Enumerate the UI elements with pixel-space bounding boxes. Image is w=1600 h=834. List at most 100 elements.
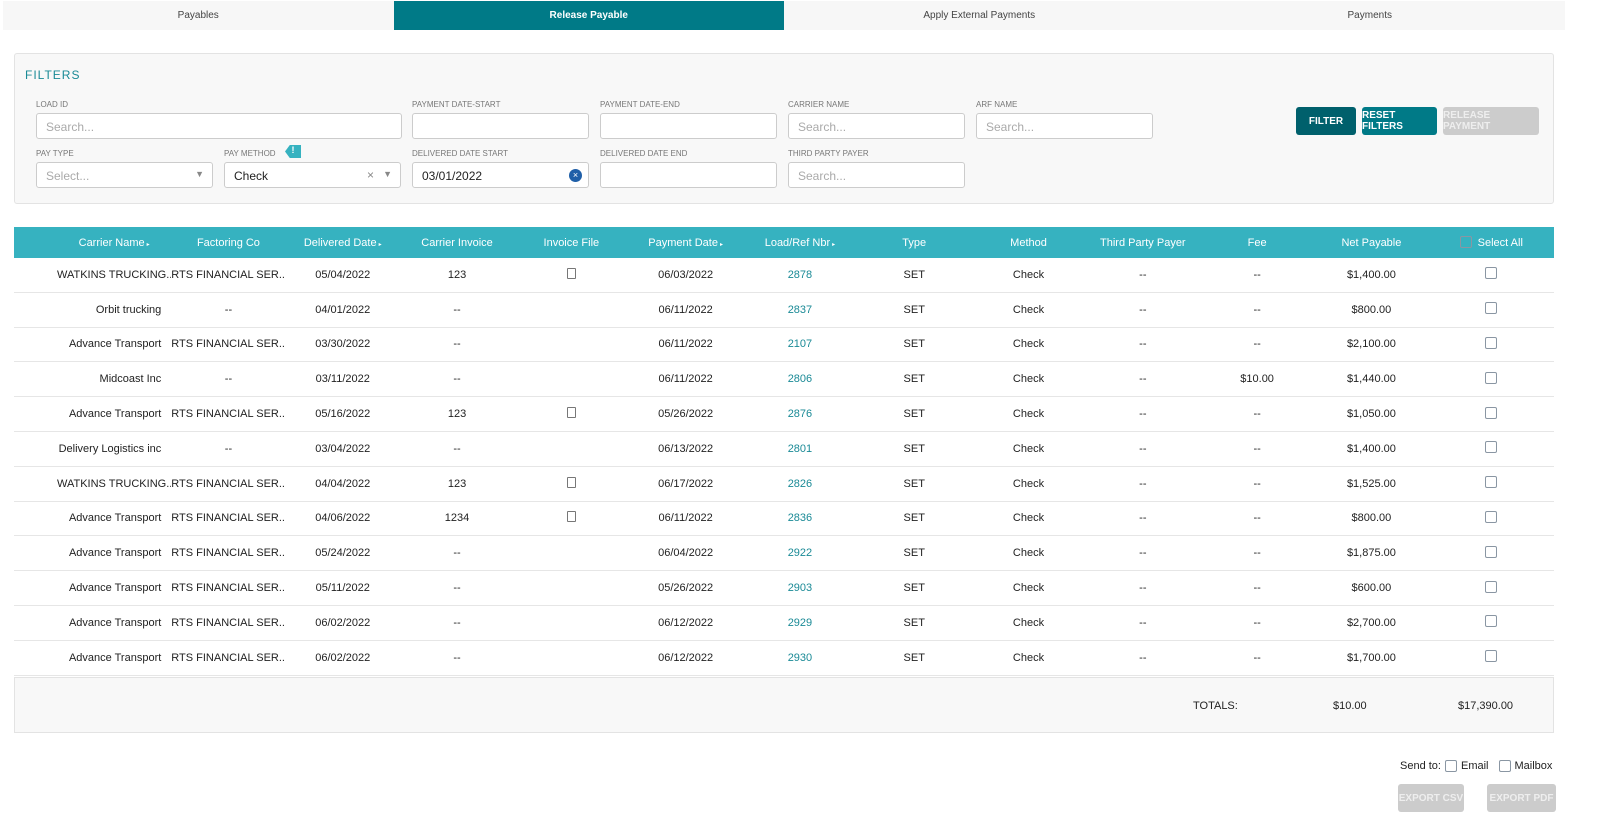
cell-delivered-date: 03/30/2022 xyxy=(315,338,371,351)
export-pdf-button[interactable]: EXPORT PDF xyxy=(1487,784,1556,812)
payment-date-start-input[interactable] xyxy=(412,113,589,139)
clear-date-icon[interactable]: × xyxy=(569,169,582,182)
delivered-date-end-input[interactable] xyxy=(600,162,777,188)
cell-factoring-co: RTS FINANCIAL SER... xyxy=(171,477,286,490)
row-checkbox[interactable] xyxy=(1485,615,1498,628)
cell-carrier-name: Advance Transport xyxy=(68,408,162,421)
column-header: Select All xyxy=(1429,236,1554,249)
row-checkbox[interactable] xyxy=(1485,545,1498,558)
cell-payment-date: 06/11/2022 xyxy=(658,338,713,351)
cell-fee: -- xyxy=(1253,303,1261,316)
row-select xyxy=(1429,650,1554,665)
pay-method-select[interactable]: Check × ▼ xyxy=(224,162,401,188)
cell-type: SET xyxy=(903,442,925,455)
column-header: Fee xyxy=(1200,237,1314,249)
column-header[interactable]: Delivered Date ▸ xyxy=(286,237,400,249)
arf-name-input[interactable]: Search... xyxy=(976,113,1153,139)
third-party-payer-input[interactable]: Search... xyxy=(788,162,965,188)
cell-fee: -- xyxy=(1253,616,1261,629)
select-all-checkbox[interactable] xyxy=(1459,236,1472,248)
email-checkbox[interactable] xyxy=(1444,760,1457,772)
row-checkbox[interactable] xyxy=(1485,371,1498,384)
row-checkbox[interactable] xyxy=(1485,441,1498,454)
cell-load-ref-nbr[interactable]: 2836 xyxy=(743,512,857,524)
cell-load-ref-nbr[interactable]: 2107 xyxy=(743,338,857,350)
row-checkbox[interactable] xyxy=(1485,406,1498,419)
clear-icon[interactable]: × xyxy=(367,168,374,182)
cell-load-ref-nbr[interactable]: 2930 xyxy=(743,652,857,664)
document-icon[interactable] xyxy=(566,511,576,523)
reset-filters-button[interactable]: RESET FILTERS xyxy=(1362,107,1437,135)
cell-payment-date: 05/26/2022 xyxy=(658,582,714,595)
row-checkbox[interactable] xyxy=(1485,302,1498,315)
cell-method: Check xyxy=(1012,442,1045,455)
cell-load-ref-nbr[interactable]: 2806 xyxy=(743,373,857,385)
send-to-label: Send to: xyxy=(1400,760,1441,772)
cell-method: Check xyxy=(1012,582,1045,595)
cell-third-party-payer: -- xyxy=(1139,477,1147,490)
column-header[interactable]: Load/Ref Nbr ▸ xyxy=(743,237,857,249)
payment-date-end-input[interactable] xyxy=(600,113,777,139)
mailbox-checkbox[interactable] xyxy=(1498,760,1511,772)
row-checkbox[interactable] xyxy=(1485,336,1498,349)
row-checkbox[interactable] xyxy=(1485,267,1498,280)
payables-table: Carrier Name ▸ Factoring Co Delivered Date ▸… xyxy=(14,227,1554,676)
cell-load-ref-nbr[interactable]: 2903 xyxy=(743,582,857,594)
row-checkbox[interactable] xyxy=(1485,650,1498,663)
sort-icon: ▸ xyxy=(832,241,836,248)
row-checkbox[interactable] xyxy=(1485,476,1498,489)
cell-net-payable: $1,700.00 xyxy=(1346,651,1396,664)
cell-third-party-payer: -- xyxy=(1139,303,1147,316)
row-select xyxy=(1429,615,1554,630)
cell-net-payable: $800.00 xyxy=(1351,512,1392,525)
cell-third-party-payer: -- xyxy=(1139,512,1147,525)
delivered-date-start-input[interactable]: 03/01/2022 × xyxy=(412,162,589,188)
load-id-input[interactable]: Search... xyxy=(36,113,402,139)
row-checkbox[interactable] xyxy=(1485,580,1498,593)
cell-factoring-co: RTS FINANCIAL SER... xyxy=(171,616,286,629)
column-header: Third Party Payer xyxy=(1086,237,1200,249)
document-icon[interactable] xyxy=(566,267,576,279)
cell-payment-date: 06/04/2022 xyxy=(658,547,714,560)
sort-icon: ▸ xyxy=(719,241,723,248)
table-row: Advance Transport RTS FINANCIAL SER... 03/… xyxy=(14,328,1554,363)
cell-method: Check xyxy=(1012,477,1045,490)
cell-type: SET xyxy=(903,616,925,629)
cell-load-ref-nbr[interactable]: 2922 xyxy=(743,547,857,559)
column-header: Type xyxy=(857,237,971,249)
cell-load-ref-nbr[interactable]: 2801 xyxy=(743,443,857,455)
column-header[interactable]: Carrier Name ▸ xyxy=(57,237,171,249)
cell-load-ref-nbr[interactable]: 2878 xyxy=(743,269,857,281)
tab-payments[interactable]: Payments xyxy=(1175,1,1566,30)
document-icon[interactable] xyxy=(566,407,576,419)
cell-type: SET xyxy=(903,477,925,490)
tab-payables[interactable]: Payables xyxy=(3,1,394,30)
carrier-name-input[interactable]: Search... xyxy=(788,113,965,139)
column-header: Net Payable xyxy=(1314,237,1428,249)
cell-load-ref-nbr[interactable]: 2837 xyxy=(743,304,857,316)
row-checkbox[interactable] xyxy=(1485,510,1498,523)
column-header[interactable]: Payment Date ▸ xyxy=(628,237,742,249)
release-payment-button[interactable]: RELEASE PAYMENT xyxy=(1443,107,1539,135)
pay-method-info-badge[interactable]: ! xyxy=(285,145,301,158)
document-icon[interactable] xyxy=(566,476,576,488)
export-csv-button[interactable]: EXPORT CSV xyxy=(1398,784,1464,812)
cell-type: SET xyxy=(903,408,925,421)
filter-button[interactable]: FILTER xyxy=(1296,107,1356,135)
cell-load-ref-nbr[interactable]: 2876 xyxy=(743,408,857,420)
pay-type-select[interactable]: Select... ▼ xyxy=(36,162,213,188)
cell-factoring-co: RTS FINANCIAL SER... xyxy=(171,651,286,664)
column-header-label: Delivered Date xyxy=(303,236,377,249)
cell-load-ref-nbr[interactable]: 2826 xyxy=(743,478,857,490)
filters-panel: FILTERS LOAD ID Search... PAYMENT DATE-S… xyxy=(14,53,1554,204)
cell-net-payable: $2,100.00 xyxy=(1346,338,1396,351)
cell-method: Check xyxy=(1012,268,1045,281)
tab-release-payable[interactable]: Release Payable xyxy=(393,1,784,30)
cell-carrier-invoice: -- xyxy=(453,373,461,386)
cell-third-party-payer: -- xyxy=(1139,268,1147,281)
cell-factoring-co: RTS FINANCIAL SER... xyxy=(171,408,286,421)
column-header: Factoring Co xyxy=(171,237,285,249)
tab-apply-external-payments[interactable]: Apply External Payments xyxy=(784,1,1175,30)
cell-load-ref-nbr[interactable]: 2929 xyxy=(743,617,857,629)
filters-title: FILTERS xyxy=(25,68,81,82)
